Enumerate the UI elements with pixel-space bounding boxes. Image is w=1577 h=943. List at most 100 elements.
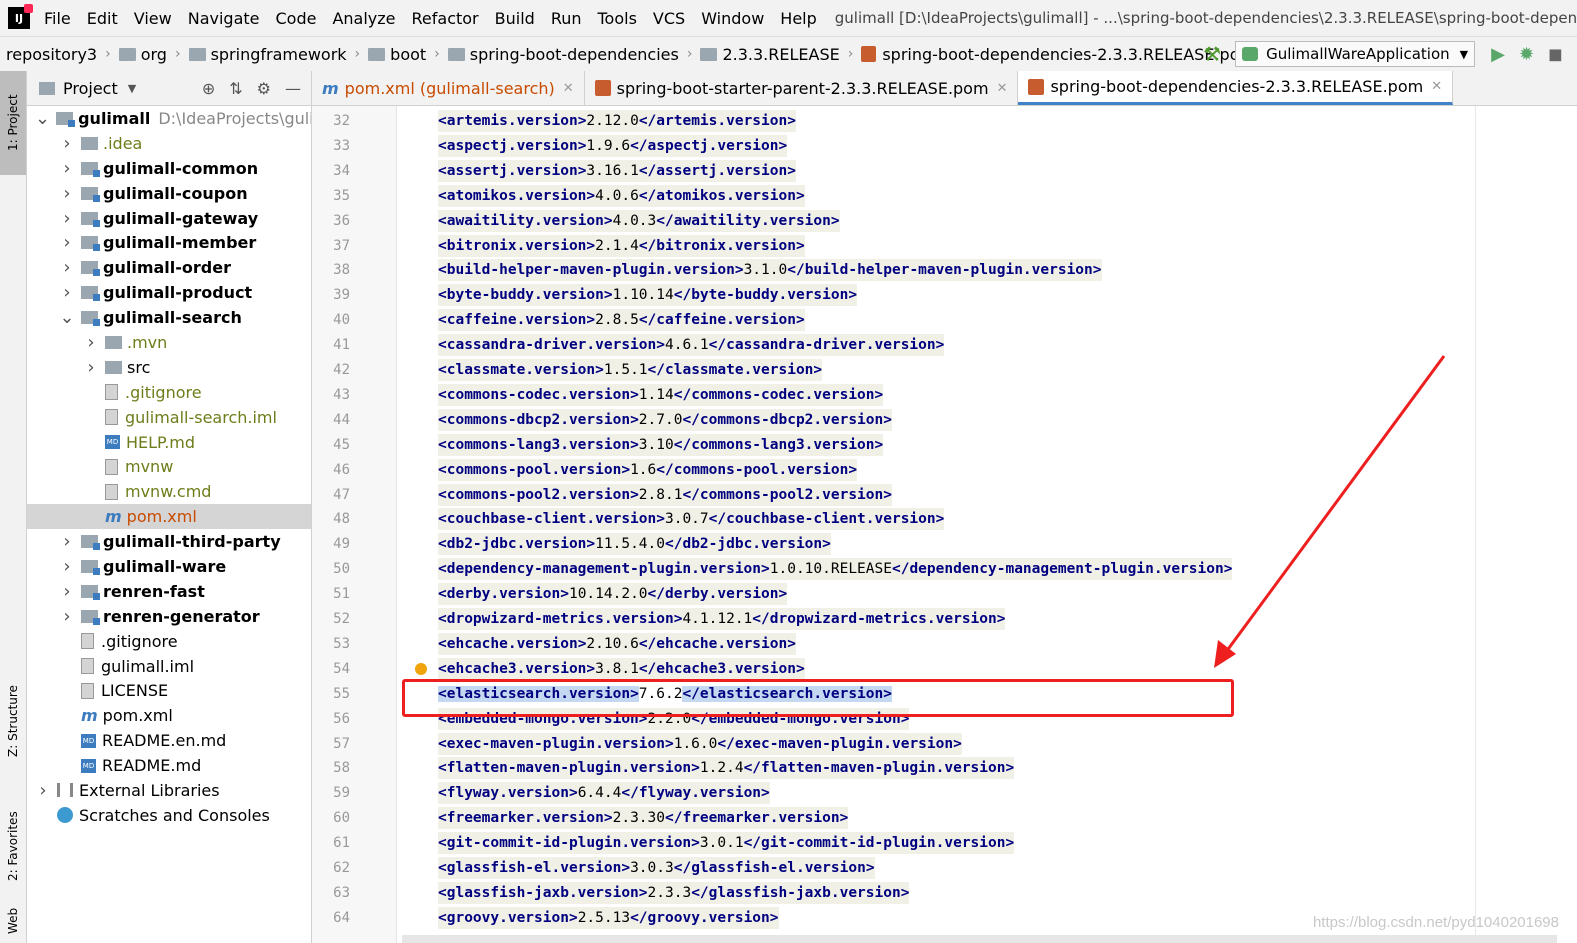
chevron-right-icon[interactable]: ›	[59, 232, 75, 253]
menu-navigate[interactable]: Navigate	[188, 9, 260, 28]
tree-item[interactable]: › External Libraries	[27, 778, 311, 803]
chevron-right-icon[interactable]: ›	[59, 158, 75, 179]
menu-edit[interactable]: Edit	[87, 9, 118, 28]
tree-item[interactable]: gulimall.iml	[27, 654, 311, 679]
menu-run[interactable]: Run	[551, 9, 582, 28]
chevron-right-icon[interactable]: ›	[59, 531, 75, 552]
intention-bulb-icon[interactable]	[415, 663, 427, 675]
menu-tools[interactable]: Tools	[598, 9, 637, 28]
tree-item[interactable]: › renren-generator	[27, 604, 311, 629]
chevron-right-icon[interactable]: ›	[59, 556, 75, 577]
code-line: <aspectj.version> 1.9.6 </aspectj.version>	[438, 134, 788, 157]
tree-item[interactable]: › renren-fast	[27, 579, 311, 604]
tree-item[interactable]: mvnw.cmd	[27, 479, 311, 504]
gear-icon[interactable]: ⚙	[257, 79, 271, 98]
xml-close-tag: </bitronix.version>	[638, 237, 805, 254]
xml-open-tag: <classmate.version>	[438, 362, 604, 378]
tree-item[interactable]: Scratches and Consoles	[27, 803, 311, 828]
tree-item[interactable]: ⌄ gulimall D:\IdeaProjects\gulimall	[27, 106, 311, 131]
line-number: 57	[333, 735, 350, 752]
horizontal-scrollbar[interactable]	[402, 935, 1557, 943]
coverage-icon[interactable]: ◼	[1548, 44, 1563, 65]
tree-item[interactable]: ⌄ gulimall-search	[27, 305, 311, 330]
tree-item[interactable]: m pom.xml	[27, 703, 311, 728]
menu-window[interactable]: Window	[701, 9, 764, 28]
tree-item[interactable]: › src	[27, 355, 311, 380]
menu-file[interactable]: File	[44, 9, 71, 28]
build-hammer-icon[interactable]: ⚒	[1203, 42, 1221, 66]
tree-item[interactable]: › gulimall-common	[27, 156, 311, 181]
tool-tab-favorites[interactable]: 2: Favorites	[0, 791, 26, 901]
tree-item[interactable]: .gitignore	[27, 629, 311, 654]
close-icon[interactable]: ✕	[997, 81, 1008, 96]
breadcrumb-item[interactable]: repository3	[6, 45, 97, 64]
run-configuration-select[interactable]: GulimallWareApplication ▼	[1235, 41, 1476, 67]
chevron-right-icon[interactable]: ›	[59, 208, 75, 229]
tool-tab-structure[interactable]: Z: Structure	[0, 671, 26, 771]
chevron-right-icon[interactable]: ›	[59, 581, 75, 602]
locate-target-icon[interactable]: ⊕	[202, 79, 215, 98]
debug-bug-icon[interactable]: ✹	[1519, 44, 1534, 65]
tree-item[interactable]: mvnw	[27, 454, 311, 479]
tree-item-label: gulimall-order	[103, 258, 231, 278]
chevron-down-icon[interactable]: ▼	[128, 82, 136, 95]
tree-item[interactable]: › .mvn	[27, 330, 311, 355]
close-icon[interactable]: ✕	[1431, 79, 1442, 94]
minimize-icon[interactable]: —	[285, 79, 301, 98]
chevron-right-icon[interactable]: ›	[83, 332, 99, 353]
menu-refactor[interactable]: Refactor	[412, 9, 479, 28]
chevron-down-icon[interactable]: ⌄	[35, 108, 50, 129]
breadcrumb-item[interactable]: 2.3.3.RELEASE	[700, 45, 840, 64]
editor-tab[interactable]: m pom.xml (gulimall-search) ✕	[312, 71, 585, 105]
editor-tab[interactable]: spring-boot-starter-parent-2.3.3.RELEASE…	[585, 71, 1019, 105]
collapse-all-icon[interactable]: ⇅	[229, 79, 242, 98]
tag-name: classmate.version	[665, 362, 814, 378]
chevron-right-icon[interactable]: ›	[83, 357, 99, 378]
tool-tab-project[interactable]: 1: Project	[0, 71, 26, 175]
tree-item[interactable]: › gulimall-order	[27, 255, 311, 280]
chevron-right-icon[interactable]: ›	[35, 780, 51, 801]
editor-tab[interactable]: spring-boot-dependencies-2.3.3.RELEASE.p…	[1018, 71, 1454, 105]
breadcrumb-item[interactable]: spring-boot-dependencies-2.3.3.RELEASE.p…	[861, 45, 1255, 64]
menu-code[interactable]: Code	[276, 9, 317, 28]
chevron-down-icon[interactable]: ⌄	[59, 307, 75, 328]
tree-item[interactable]: LICENSE	[27, 678, 311, 703]
xml-close-tag: </glassfish-jaxb.version>	[691, 884, 910, 901]
tree-item[interactable]: › gulimall-product	[27, 280, 311, 305]
breadcrumb-item[interactable]: boot	[368, 45, 426, 64]
tree-item[interactable]: › .idea	[27, 131, 311, 156]
run-icon[interactable]: ▶	[1491, 44, 1505, 65]
tree-item[interactable]: MD README.md	[27, 753, 311, 778]
chevron-right-icon[interactable]: ›	[59, 606, 75, 627]
tree-item[interactable]: m pom.xml	[27, 504, 311, 530]
tree-item[interactable]: › gulimall-third-party	[27, 529, 311, 554]
menu-analyze[interactable]: Analyze	[332, 9, 395, 28]
tree-item[interactable]: MD HELP.md	[27, 430, 311, 455]
chevron-right-icon[interactable]: ›	[59, 257, 75, 278]
tree-item[interactable]: › gulimall-member	[27, 230, 311, 255]
tree-item[interactable]: › gulimall-ware	[27, 554, 311, 579]
tree-item[interactable]: .gitignore	[27, 380, 311, 405]
code-line: <dependency-management-plugin.version> 1.…	[438, 558, 1233, 581]
chevron-right-icon[interactable]: ›	[59, 282, 75, 303]
tree-item-label: gulimall-product	[103, 283, 253, 303]
tree-item-label: gulimall-member	[103, 233, 257, 253]
menu-help[interactable]: Help	[780, 9, 816, 28]
tree-item[interactable]: › gulimall-coupon	[27, 181, 311, 206]
chevron-right-icon[interactable]: ›	[59, 133, 75, 154]
tree-item[interactable]: › gulimall-gateway	[27, 206, 311, 231]
tree-item[interactable]: MD README.en.md	[27, 728, 311, 753]
breadcrumb-item[interactable]: springframework	[188, 45, 347, 64]
code-editor[interactable]: <artemis.version> 2.12.0 </artemis.version…	[397, 106, 1577, 943]
menu-view[interactable]: View	[134, 9, 172, 28]
tool-tab-web[interactable]: Web	[0, 901, 26, 941]
breadcrumb-item[interactable]: org	[118, 45, 167, 64]
tree-item[interactable]: gulimall-search.iml	[27, 405, 311, 430]
chevron-right-icon[interactable]: ›	[59, 183, 75, 204]
tag-name: commons-pool2.version	[699, 486, 884, 503]
menu-vcs[interactable]: VCS	[653, 9, 685, 28]
close-icon[interactable]: ✕	[563, 81, 574, 96]
breadcrumb-item[interactable]: spring-boot-dependencies	[447, 45, 679, 64]
project-panel-title[interactable]: Project	[63, 79, 118, 98]
menu-build[interactable]: Build	[495, 9, 535, 28]
